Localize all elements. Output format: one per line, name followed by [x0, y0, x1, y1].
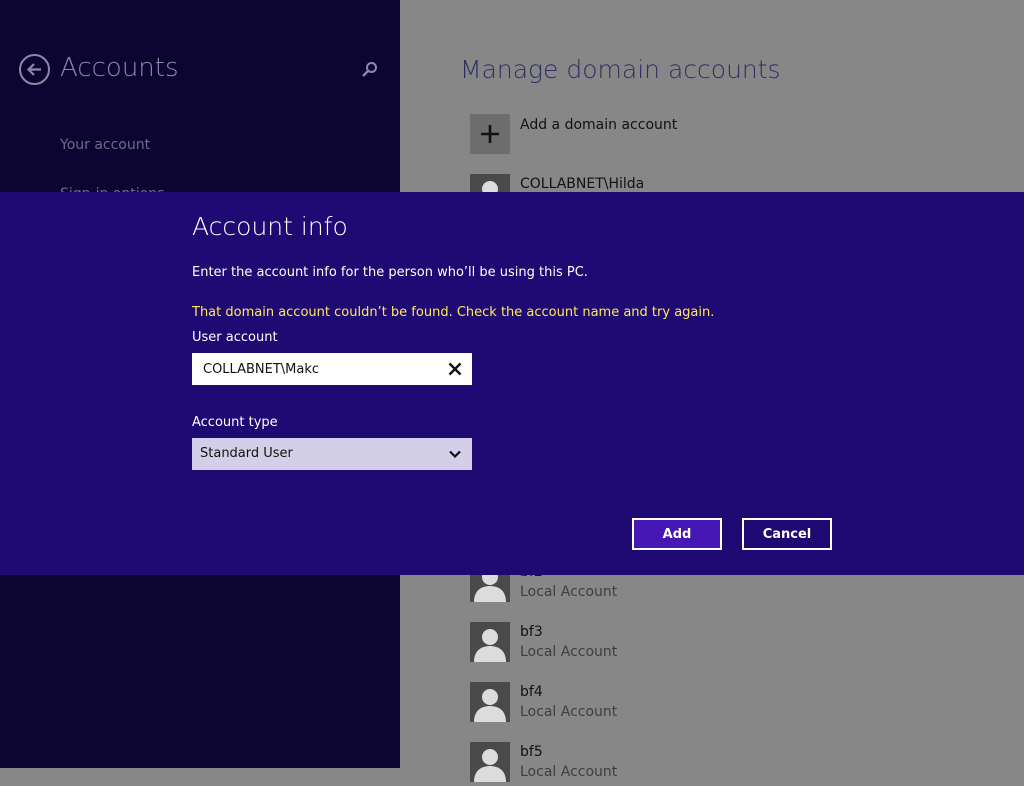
account-name: COLLABNET\Hilda — [520, 176, 645, 192]
account-name: bf4 — [520, 684, 543, 700]
account-name: bf3 — [520, 624, 543, 640]
account-item[interactable]: bf3 Local Account — [470, 622, 770, 666]
add-domain-account-label: Add a domain account — [520, 117, 678, 133]
user-avatar-icon — [470, 682, 510, 722]
account-type: Local Account — [520, 584, 618, 600]
chevron-down-icon — [449, 450, 461, 459]
account-item[interactable]: bf4 Local Account — [470, 682, 770, 726]
account-type: Local Account — [520, 764, 618, 780]
user-avatar-icon — [470, 742, 510, 782]
nav-item-your-account[interactable]: Your account — [60, 137, 150, 153]
plus-icon — [481, 125, 499, 143]
search-icon[interactable] — [361, 61, 378, 78]
add-tile — [470, 114, 510, 154]
page-title: Manage domain accounts — [460, 55, 781, 84]
clear-input-button[interactable] — [444, 358, 466, 380]
user-account-label: User account — [192, 330, 278, 345]
account-type-label: Account type — [192, 415, 278, 430]
dialog-description: Enter the account info for the person wh… — [192, 265, 588, 280]
error-message: That domain account couldn’t be found. C… — [192, 305, 715, 320]
add-button[interactable]: Add — [632, 518, 722, 550]
back-arrow-icon — [26, 63, 41, 76]
pane-title: Accounts — [60, 53, 179, 83]
close-icon — [448, 362, 462, 376]
account-info-dialog: Account info Enter the account info for … — [0, 192, 1024, 575]
account-item[interactable]: bf5 Local Account — [470, 742, 770, 786]
back-button[interactable] — [19, 54, 50, 85]
add-domain-account-button[interactable]: Add a domain account — [470, 114, 770, 156]
account-type: Local Account — [520, 704, 618, 720]
account-type-value: Standard User — [200, 446, 293, 461]
account-type: Local Account — [520, 644, 618, 660]
account-type-select[interactable]: Standard User — [192, 438, 472, 470]
user-account-field — [192, 353, 472, 385]
user-account-input[interactable] — [192, 353, 436, 385]
dialog-title: Account info — [192, 212, 348, 241]
cancel-button[interactable]: Cancel — [742, 518, 832, 550]
account-name: bf5 — [520, 744, 543, 760]
user-avatar-icon — [470, 622, 510, 662]
